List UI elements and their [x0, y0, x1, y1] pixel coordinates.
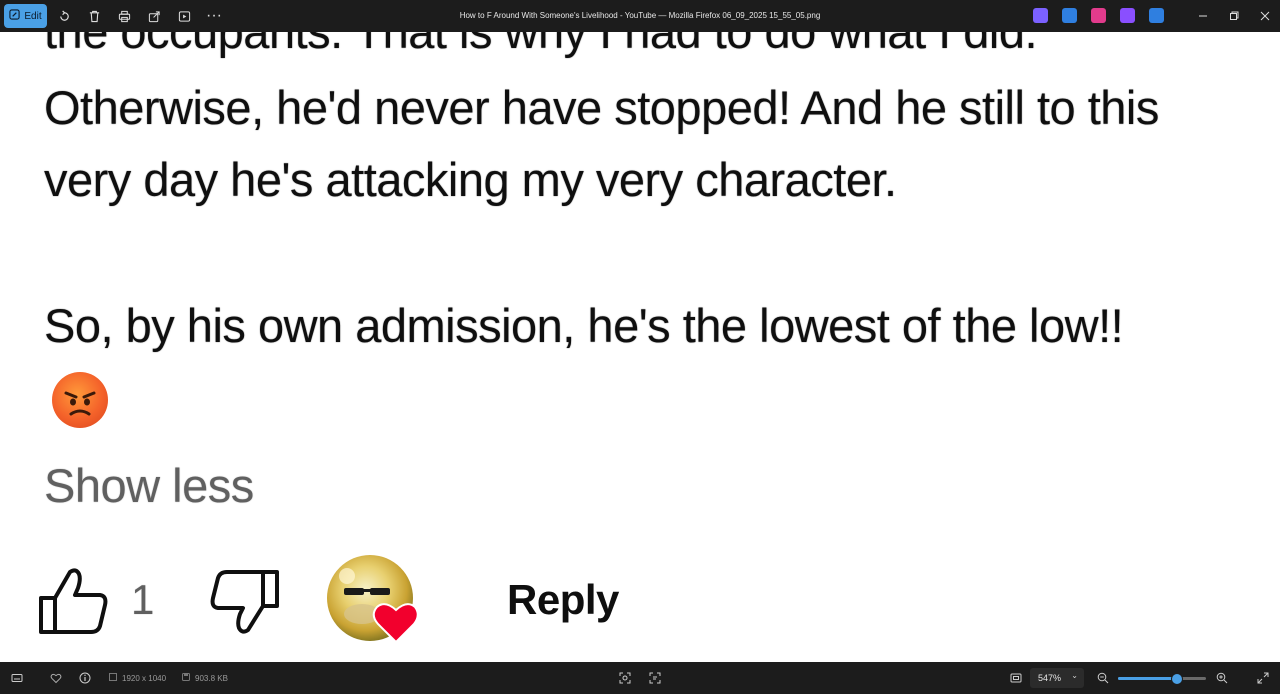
comment-text-line: very day he's attacking my very characte… — [44, 153, 897, 206]
comment-text-line: So, by his own admission, he's the lowes… — [44, 299, 1124, 352]
zoom-out-icon[interactable] — [1097, 662, 1109, 694]
close-icon[interactable] — [1249, 0, 1280, 32]
rotate-icon[interactable] — [49, 4, 79, 28]
show-less-button[interactable]: Show less — [44, 458, 254, 513]
favorite-icon[interactable] — [50, 662, 62, 694]
dimensions-icon — [109, 673, 117, 683]
edit-label: Edit — [24, 10, 42, 22]
share-icon[interactable] — [139, 4, 169, 28]
file-size-icon — [182, 673, 190, 683]
comment-text-line-partial: the occupants. That is why I had to do w… — [44, 32, 1038, 59]
info-icon[interactable] — [79, 662, 91, 694]
comment-actions: 1 Reply — [0, 555, 1280, 662]
image-viewport: the occupants. That is why I had to do w… — [0, 32, 1280, 662]
like-count: 1 — [131, 576, 155, 623]
zoom-in-icon[interactable] — [1216, 662, 1228, 694]
top-toolbar: Edit ··· How to F Around With Someone's … — [0, 0, 1280, 32]
edit-button[interactable]: Edit — [4, 4, 47, 28]
text-scan-icon[interactable] — [649, 662, 661, 694]
zoom-level-select[interactable]: 547% ⌄ — [1030, 668, 1084, 688]
photos-app-icon[interactable] — [1062, 8, 1077, 23]
onedrive-icon[interactable] — [1149, 8, 1164, 23]
comment-text-line: Otherwise, he'd never have stopped! And … — [44, 81, 1159, 134]
thumbs-down-icon — [210, 570, 279, 634]
edit-icon — [9, 9, 21, 23]
clipchamp-icon[interactable] — [1091, 8, 1106, 23]
more-options-button[interactable]: ··· — [199, 4, 229, 28]
minimize-icon[interactable] — [1187, 0, 1218, 32]
zoom-level-value: 547% — [1038, 673, 1062, 683]
zoom-slider-thumb[interactable] — [1171, 673, 1184, 685]
fullscreen-icon[interactable] — [1257, 662, 1269, 694]
creator-heart-badge — [322, 554, 420, 644]
print-icon[interactable] — [109, 4, 139, 28]
restore-icon[interactable] — [1218, 0, 1249, 32]
dimensions-value: 1920 x 1040 — [122, 673, 167, 683]
angry-face-icon — [52, 372, 108, 428]
file-size: 903.8 KB — [182, 662, 228, 694]
zoom-slider-fill — [1118, 677, 1177, 680]
zoom-slider[interactable] — [1118, 673, 1206, 685]
dislike-button[interactable] — [208, 568, 280, 634]
scan-icon[interactable] — [619, 662, 631, 694]
bottom-status-bar: 1920 x 1040 903.8 KB 547% ⌄ — [0, 662, 1280, 694]
thumbs-up-icon — [39, 568, 108, 634]
filmstrip-icon[interactable] — [11, 662, 23, 694]
image-dimensions: 1920 x 1040 — [109, 662, 166, 694]
app-icons — [1033, 8, 1164, 23]
fit-to-window-icon[interactable] — [1010, 662, 1022, 694]
like-button[interactable] — [38, 568, 110, 634]
file-size-value: 903.8 KB — [195, 673, 228, 683]
video-editor-icon[interactable] — [1120, 8, 1135, 23]
reply-button[interactable]: Reply — [507, 576, 619, 624]
slideshow-icon[interactable] — [169, 4, 199, 28]
delete-icon[interactable] — [79, 4, 109, 28]
chevron-down-icon: ⌄ — [1071, 671, 1078, 680]
copilot-icon[interactable] — [1033, 8, 1048, 23]
